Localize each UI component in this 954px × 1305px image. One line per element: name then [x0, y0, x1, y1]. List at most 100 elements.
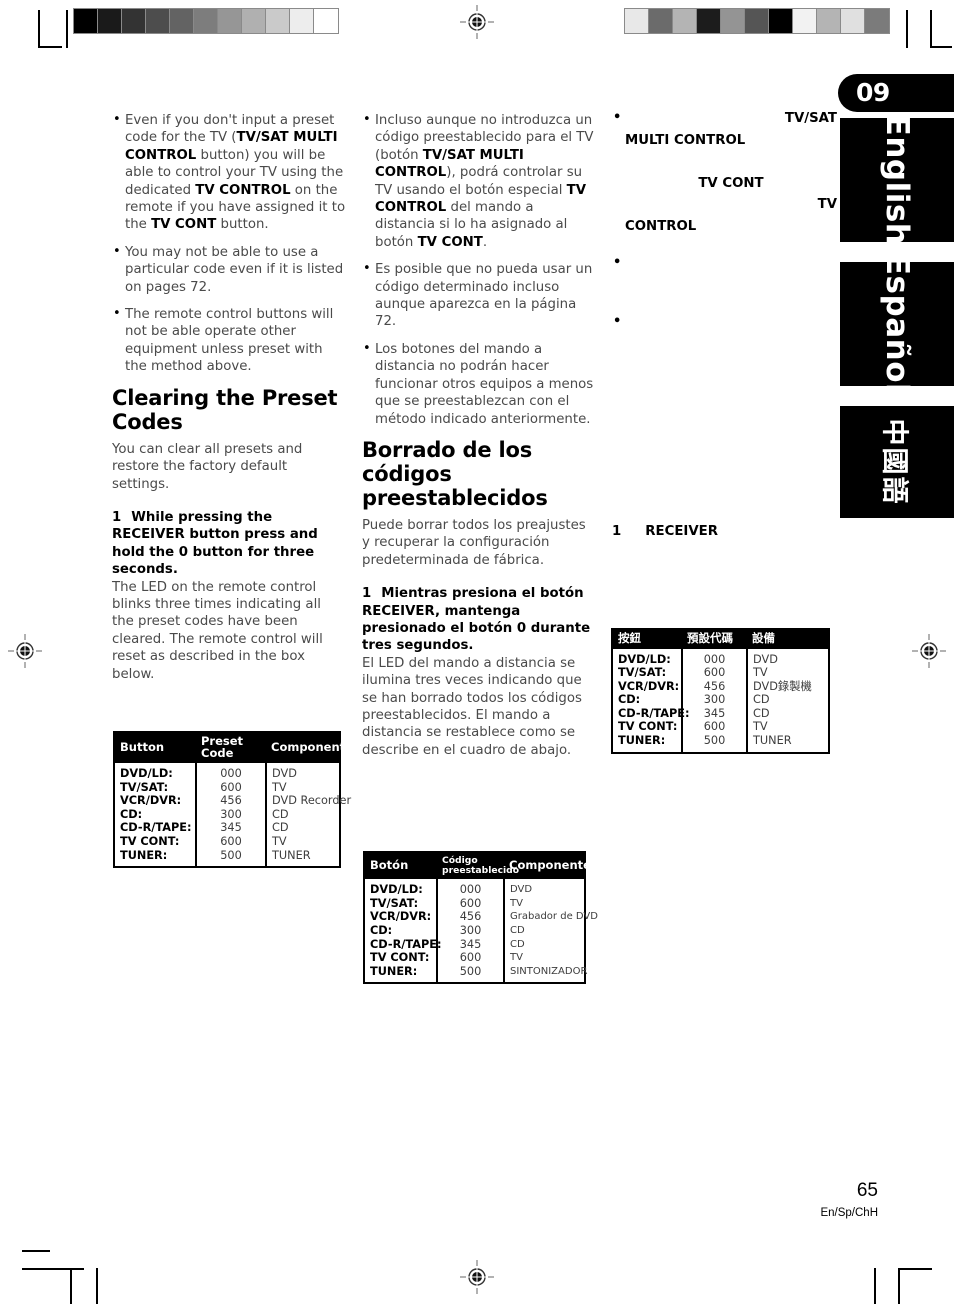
cell-component: TV — [753, 720, 768, 734]
table-row: CD-R/TAPE: 345 CD — [114, 821, 340, 835]
gray-swatch — [625, 9, 649, 33]
note-text: The remote control buttons will not be a… — [125, 307, 334, 375]
grayscale-calibration-bar-right — [624, 8, 890, 34]
cell-component: TUNER — [753, 734, 792, 748]
cell-button: TV/SAT: — [364, 896, 438, 911]
cell-button: TUNER: — [612, 734, 683, 753]
cell-button: VCR/DVR: — [114, 794, 197, 808]
note-bullet: Es posible que no pueda usar un código d… — [362, 260, 596, 331]
table-row: TUNER: 500 TUNER — [114, 848, 340, 868]
cell-component: CD — [510, 924, 525, 936]
gray-swatch — [146, 9, 170, 33]
note-text: TV/SAT — [784, 111, 837, 126]
cell-component: TV — [753, 666, 768, 680]
cell-component: DVD — [753, 652, 778, 666]
gray-swatch — [98, 9, 122, 33]
column-header-preset-code: Código preestablecido — [437, 852, 519, 880]
spanish-section-lead: Puede borrar todos los preajustes y recu… — [362, 517, 586, 568]
spanish-notes-list: Incluso aunque no introduzca un código p… — [362, 111, 596, 428]
chinese-table-body: DVD/LD: 000 DVD TV/SAT: 600 TV VCR/DVR: 456 DVD錄… — [612, 648, 829, 753]
note-bullet: Los botones del mando a distancia no pod… — [362, 340, 596, 428]
cell-component: SINTONIZADOR — [510, 965, 588, 977]
column-header-component: Component — [266, 732, 345, 763]
cell-button: VCR/DVR: — [612, 679, 683, 694]
table-row: TUNER: 500 SINTONIZADOR — [364, 964, 588, 984]
gray-swatch — [721, 9, 745, 33]
language-tab-english[interactable]: English — [840, 118, 954, 242]
cell-button: CD-R/TAPE: — [114, 821, 197, 835]
cell-component: DVD — [272, 767, 297, 780]
cell-preset-code: 000 — [437, 879, 505, 897]
chapter-number-badge: 09 — [838, 74, 954, 112]
bold-term: TV CONTROL — [195, 182, 291, 198]
cell-button: TV CONT: — [612, 720, 683, 735]
note-text: TV — [817, 197, 837, 212]
cell-button: TUNER: — [114, 848, 197, 868]
table-row: TV CONT: 600 TV — [364, 951, 585, 965]
cell-preset-code: 456 — [437, 910, 505, 924]
language-tab-chinese[interactable]: 中國語 — [840, 406, 954, 518]
column-header-button: Button — [114, 732, 196, 763]
column-english: Even if you don't input a preset code fo… — [112, 111, 346, 695]
table-row: TV CONT: 600 TV — [612, 720, 829, 735]
gray-swatch — [817, 9, 841, 33]
cell-component: DVD Recorder — [272, 794, 352, 808]
table-row: TV/SAT: 600 TV — [114, 780, 340, 795]
note-bullet — [612, 311, 837, 377]
cell-button: CD: — [612, 693, 683, 707]
language-tab-espanol-label: Español — [879, 262, 915, 386]
gray-swatch — [290, 9, 314, 33]
cell-component: CD — [272, 821, 289, 835]
registration-mark-top-center — [460, 5, 494, 39]
note-text — [625, 151, 837, 173]
note-text — [625, 355, 837, 377]
table-row: DVD/LD: 000 DVD — [612, 648, 829, 667]
cell-component: DVD — [510, 884, 533, 896]
gray-swatch — [218, 9, 242, 33]
gray-swatch — [170, 9, 194, 33]
cell-component: CD — [753, 706, 770, 720]
english-section-title: Clearing the Preset Codes — [112, 385, 338, 434]
table-row: TV/SAT: 600 TV — [364, 896, 585, 911]
table-row: VCR/DVR: 456 DVD Recorder — [114, 794, 352, 808]
page-edition: En/Sp/ChH — [820, 1207, 878, 1219]
gray-swatch — [122, 9, 146, 33]
spanish-preset-code-table: Botón Código preestablecido Componente D… — [363, 851, 598, 985]
gray-swatch — [74, 9, 98, 33]
note-text — [625, 275, 837, 297]
cell-button: DVD/LD: — [612, 648, 683, 667]
cell-component: CD — [510, 938, 525, 950]
cell-preset-code: 500 — [682, 734, 748, 753]
table-header-row: Button Preset Code Component — [114, 732, 345, 763]
column-header-button: Botón — [364, 852, 437, 880]
chinese-step-1: 1 RECEIVER — [612, 524, 718, 539]
english-table-body: DVD/LD: 000 DVD TV/SAT: 600 TV VCR/DVR: 456 DVD … — [114, 763, 352, 868]
cell-preset-code: 600 — [437, 896, 505, 911]
bold-term: TV CONT — [417, 234, 483, 250]
language-tab-english-label: English — [879, 118, 915, 242]
language-tab-espanol[interactable]: Español — [840, 262, 954, 386]
note-text: button. — [216, 217, 269, 233]
column-chinese: TV/SAT MULTI CONTROL TV CONT TV CONTROL — [612, 107, 837, 393]
english-preset-code-table: Button Preset Code Component DVD/LD: 000 D… — [113, 731, 352, 869]
spanish-step-1: 1 Mientras presiona el botón RECEIVER, ma… — [362, 585, 596, 655]
cell-preset-code: 600 — [682, 720, 748, 735]
note-text: Los botones del mando a distancia no pod… — [375, 341, 594, 427]
cell-preset-code: 300 — [682, 693, 748, 707]
cell-preset-code: 600 — [437, 951, 505, 965]
gray-swatch — [793, 9, 817, 33]
cell-component: TV — [510, 897, 523, 909]
note-bullet: Even if you don't input a preset code fo… — [112, 111, 346, 234]
note-bullet: Incluso aunque no introduzca un código p… — [362, 111, 596, 251]
table-row: CD-R/TAPE: 345 CD — [364, 937, 585, 952]
table-header-row: Botón Código preestablecido Componente — [364, 852, 591, 880]
gray-swatch — [769, 9, 793, 33]
gray-swatch — [314, 9, 338, 33]
column-header-preset-code: Preset Code — [196, 732, 266, 763]
grayscale-calibration-bar-left — [73, 8, 339, 34]
gray-swatch — [865, 9, 889, 33]
cell-button: DVD/LD: — [114, 763, 197, 781]
spanish-step-1-body: El LED del mando a distancia se ilumina … — [362, 655, 582, 758]
cell-button: CD-R/TAPE: — [364, 937, 441, 952]
gray-swatch — [841, 9, 865, 33]
